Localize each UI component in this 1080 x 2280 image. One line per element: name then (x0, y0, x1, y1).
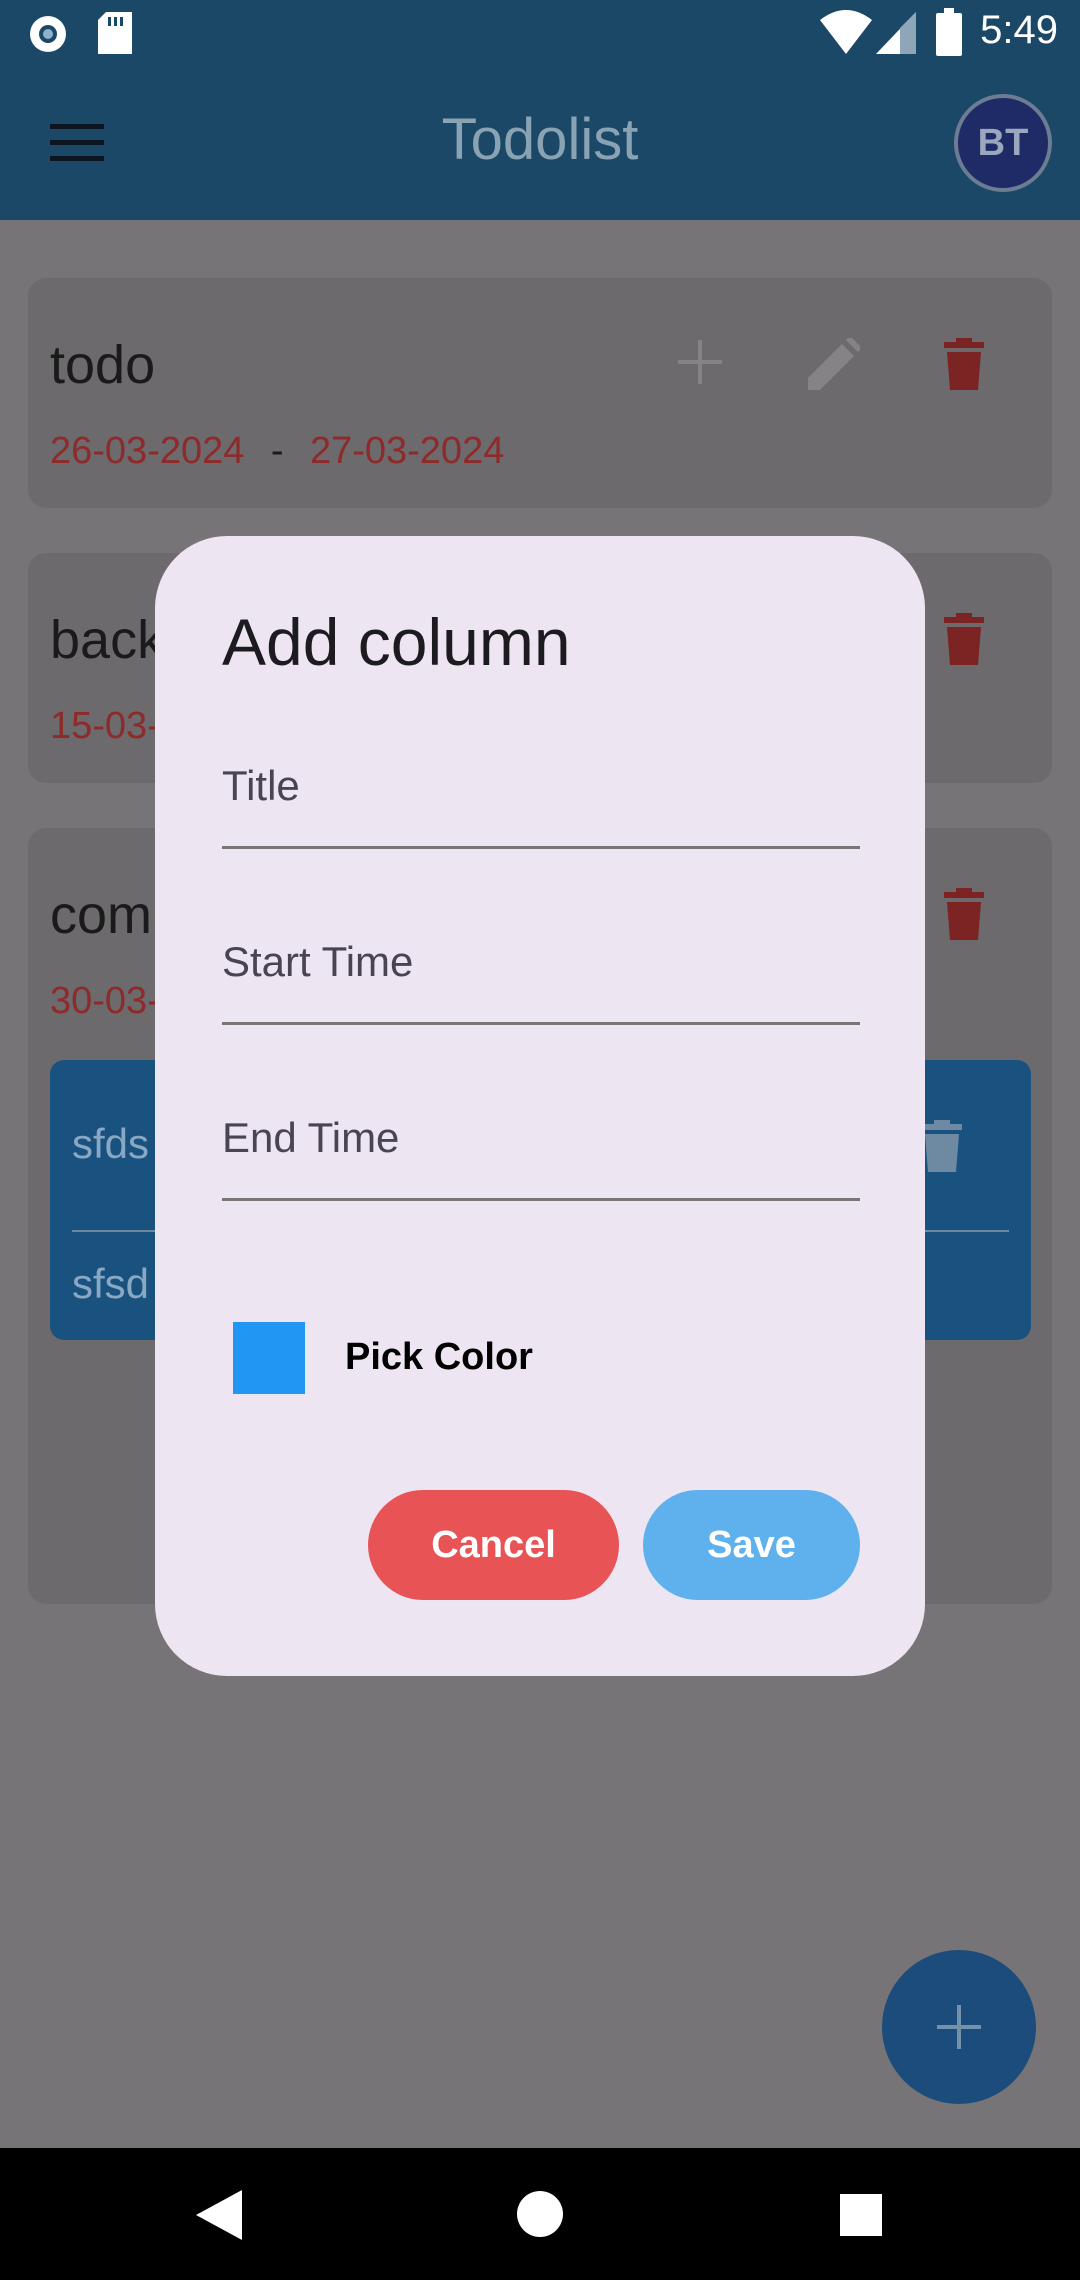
app-title: Todolist (441, 107, 639, 172)
battery-icon (936, 8, 962, 56)
column-title: todo (50, 335, 156, 395)
date-separator: - (270, 430, 284, 472)
record-icon (30, 16, 66, 52)
delete-icon[interactable] (944, 888, 984, 940)
wifi-icon (820, 10, 872, 54)
task-title: sfds (72, 1120, 150, 1167)
delete-icon[interactable] (944, 338, 984, 390)
delete-icon[interactable] (922, 1120, 962, 1172)
title-field[interactable]: Title (222, 736, 860, 849)
add-column-fab[interactable] (882, 1950, 1036, 2104)
save-button[interactable]: Save (643, 1490, 860, 1600)
column-card[interactable]: todo 26-03-2024 - 27-03-2024 (28, 278, 1052, 508)
add-icon[interactable] (678, 340, 722, 384)
end-date: 27-03-2024 (309, 430, 505, 472)
title-field-label: Title (222, 762, 300, 809)
start-date: 26-03-2024 (50, 430, 245, 472)
start-date: 15-03- (50, 705, 160, 747)
pick-color-label[interactable]: Pick Color (345, 1336, 533, 1379)
home-icon[interactable] (516, 2190, 564, 2238)
start-date: 30-03- (50, 980, 160, 1022)
navigation-bar (0, 2148, 1080, 2280)
app-bar: Todolist BT (0, 66, 1080, 220)
signal-icon (876, 12, 916, 54)
delete-icon[interactable] (944, 613, 984, 665)
start-time-field[interactable]: Start Time (222, 912, 860, 1025)
add-column-dialog: Add column Title Start Time End Time Pic… (155, 536, 925, 1676)
color-swatch[interactable] (233, 1322, 305, 1394)
recents-icon[interactable] (840, 2194, 882, 2236)
status-bar: 5:49 (0, 0, 1080, 66)
cancel-button[interactable]: Cancel (368, 1490, 619, 1600)
start-time-field-label: Start Time (222, 938, 414, 985)
column-dates: 26-03-2024 - 27-03-2024 (50, 430, 504, 473)
dialog-title: Add column (222, 605, 571, 679)
back-icon[interactable] (196, 2190, 242, 2240)
avatar[interactable]: BT (954, 94, 1052, 192)
task-description: sfsd (72, 1260, 150, 1307)
end-time-field[interactable]: End Time (222, 1088, 860, 1201)
column-title: back (50, 610, 165, 670)
sd-card-icon (98, 12, 132, 54)
column-title: com (50, 885, 153, 945)
status-time: 5:49 (980, 8, 1058, 52)
edit-icon[interactable] (808, 338, 860, 390)
add-icon (937, 2005, 981, 2049)
end-time-field-label: End Time (222, 1114, 400, 1161)
